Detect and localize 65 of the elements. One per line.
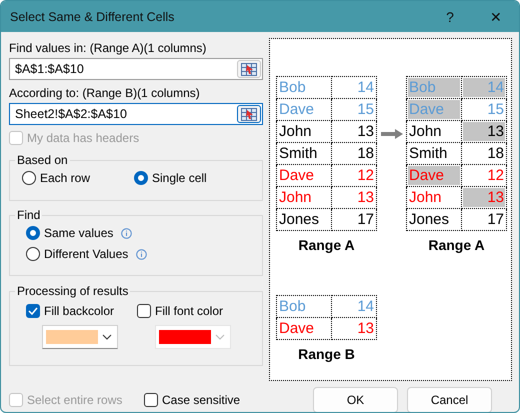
table-cell-text: Dave [278, 100, 316, 119]
help-button[interactable]: ? [427, 1, 473, 32]
table-cell-text: Bob [278, 297, 307, 316]
window-title: Select Same & Different Cells [10, 10, 176, 24]
radio-option[interactable]: Different Values [26, 247, 128, 261]
checkbox[interactable]: Fill backcolor [26, 304, 137, 318]
table-cell-text: 13 [356, 122, 375, 141]
caret-icon [100, 333, 114, 341]
table-cell-text: 13 [356, 188, 375, 207]
field-label: According to: (Range B)(1 columns) [9, 86, 201, 100]
arrow-icon [381, 129, 403, 139]
table-cell: 13 [463, 122, 505, 141]
checkmark-icon [28, 307, 38, 315]
table-cell-text: 17 [486, 210, 505, 229]
table-cell-text: Dave [278, 166, 316, 185]
table-cell-text: Dave [278, 319, 316, 338]
table-cell-text: Smith [278, 144, 318, 163]
radio-option[interactable]: Each row [22, 171, 90, 185]
table-cell-text: 18 [356, 144, 375, 163]
color-dropdown[interactable] [155, 325, 231, 349]
table-cell-text: 17 [356, 210, 375, 229]
dialog-button[interactable]: Cancel [407, 387, 492, 412]
range-picker-button[interactable] [237, 105, 261, 123]
range-field[interactable]: Sheet2!$A$2:$A$10 [9, 103, 263, 125]
table-cell: 13 [463, 188, 505, 207]
table-cell-text: 15 [356, 100, 375, 119]
info-icon [121, 228, 132, 238]
radio-option[interactable]: Same values [26, 226, 114, 240]
table-cell-text: Jones [278, 210, 320, 229]
table-cell-text: 14 [356, 297, 375, 316]
table-cell-text: John [408, 122, 443, 141]
group-title: Find [16, 208, 42, 222]
table-cell: Bob [408, 78, 460, 97]
table-cell-text: John [408, 188, 443, 207]
checkbox[interactable]: Fill font color [137, 304, 231, 318]
range-field[interactable]: $A$1:$A$10 [9, 58, 263, 80]
group-title: Processing of results [16, 284, 130, 298]
table-cell-text: 13 [356, 319, 375, 338]
table-cell-text: 12 [486, 166, 505, 185]
radio-option[interactable]: Single cell [134, 171, 207, 185]
table-cell: 14 [463, 78, 505, 97]
group-title: Based on [16, 153, 69, 167]
color-dropdown[interactable] [42, 325, 118, 349]
range-select-icon [241, 62, 257, 76]
range-picker-button[interactable] [237, 60, 261, 78]
table-caption: Range A [298, 237, 355, 253]
field-label: Find values in: (Range A)(1 columns) [9, 41, 208, 55]
table-cell: Dave [408, 166, 460, 185]
table-cell-text: John [278, 188, 313, 207]
table-cell-text: 18 [486, 144, 505, 163]
table-caption: Range A [428, 237, 485, 253]
table-caption: Range B [298, 346, 355, 362]
table-cell-text: John [278, 122, 313, 141]
table-cell-text: 12 [356, 166, 375, 185]
table-cell-text: 15 [486, 100, 505, 119]
caret-icon [213, 333, 227, 341]
close-button[interactable]: ✕ [473, 1, 519, 32]
range-select-icon [241, 108, 257, 120]
dialog-button[interactable]: OK [313, 387, 398, 412]
table-cell-text: Bob [278, 78, 307, 97]
table-cell-text: Jones [408, 210, 450, 229]
table-cell-text: 14 [356, 78, 375, 97]
table-cell: Dave [408, 100, 460, 119]
info-icon [136, 248, 148, 260]
table-cell-text: Smith [408, 144, 448, 163]
